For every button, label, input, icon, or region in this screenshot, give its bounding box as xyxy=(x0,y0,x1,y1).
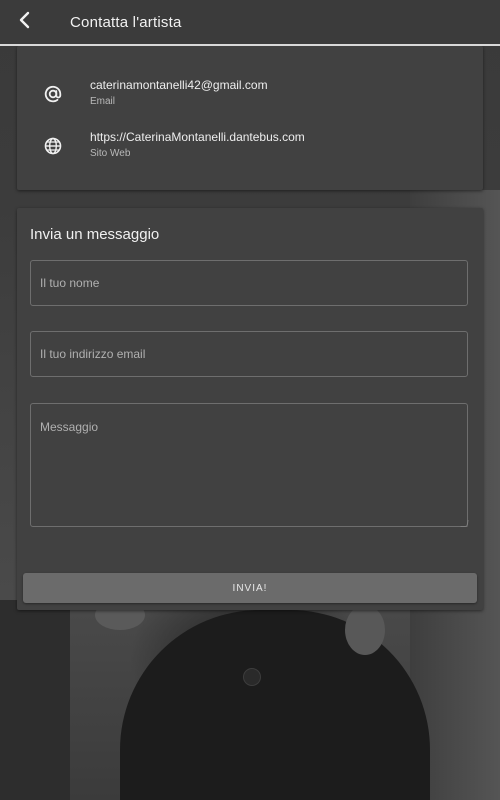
email-input[interactable] xyxy=(30,331,468,377)
website-value: https://CaterinaMontanelli.dantebus.com xyxy=(90,130,305,144)
email-value: caterinamontanelli42@gmail.com xyxy=(90,78,268,92)
email-label: Email xyxy=(90,96,116,107)
website-label: Sito Web xyxy=(90,148,131,159)
contact-artist-screen: Contatta l'artista caterinamontanelli42@… xyxy=(0,0,500,800)
globe-icon xyxy=(41,134,65,158)
message-form-card: Invia un messaggio INVIA! xyxy=(17,208,483,610)
chevron-left-icon xyxy=(17,11,31,34)
back-button[interactable] xyxy=(0,0,48,44)
form-title: Invia un messaggio xyxy=(30,226,160,243)
send-button[interactable]: INVIA! xyxy=(23,573,477,603)
contact-row-website[interactable]: https://CaterinaMontanelli.dantebus.com … xyxy=(17,126,483,166)
contact-info-card: caterinamontanelli42@gmail.com Email htt… xyxy=(17,46,483,190)
page-title: Contatta l'artista xyxy=(70,13,182,31)
contact-row-email[interactable]: caterinamontanelli42@gmail.com Email xyxy=(17,74,483,114)
at-sign-icon xyxy=(41,82,65,106)
message-textarea[interactable] xyxy=(30,403,468,527)
name-input[interactable] xyxy=(30,260,468,306)
app-bar: Contatta l'artista xyxy=(0,0,500,46)
resize-handle-icon[interactable] xyxy=(460,520,469,527)
